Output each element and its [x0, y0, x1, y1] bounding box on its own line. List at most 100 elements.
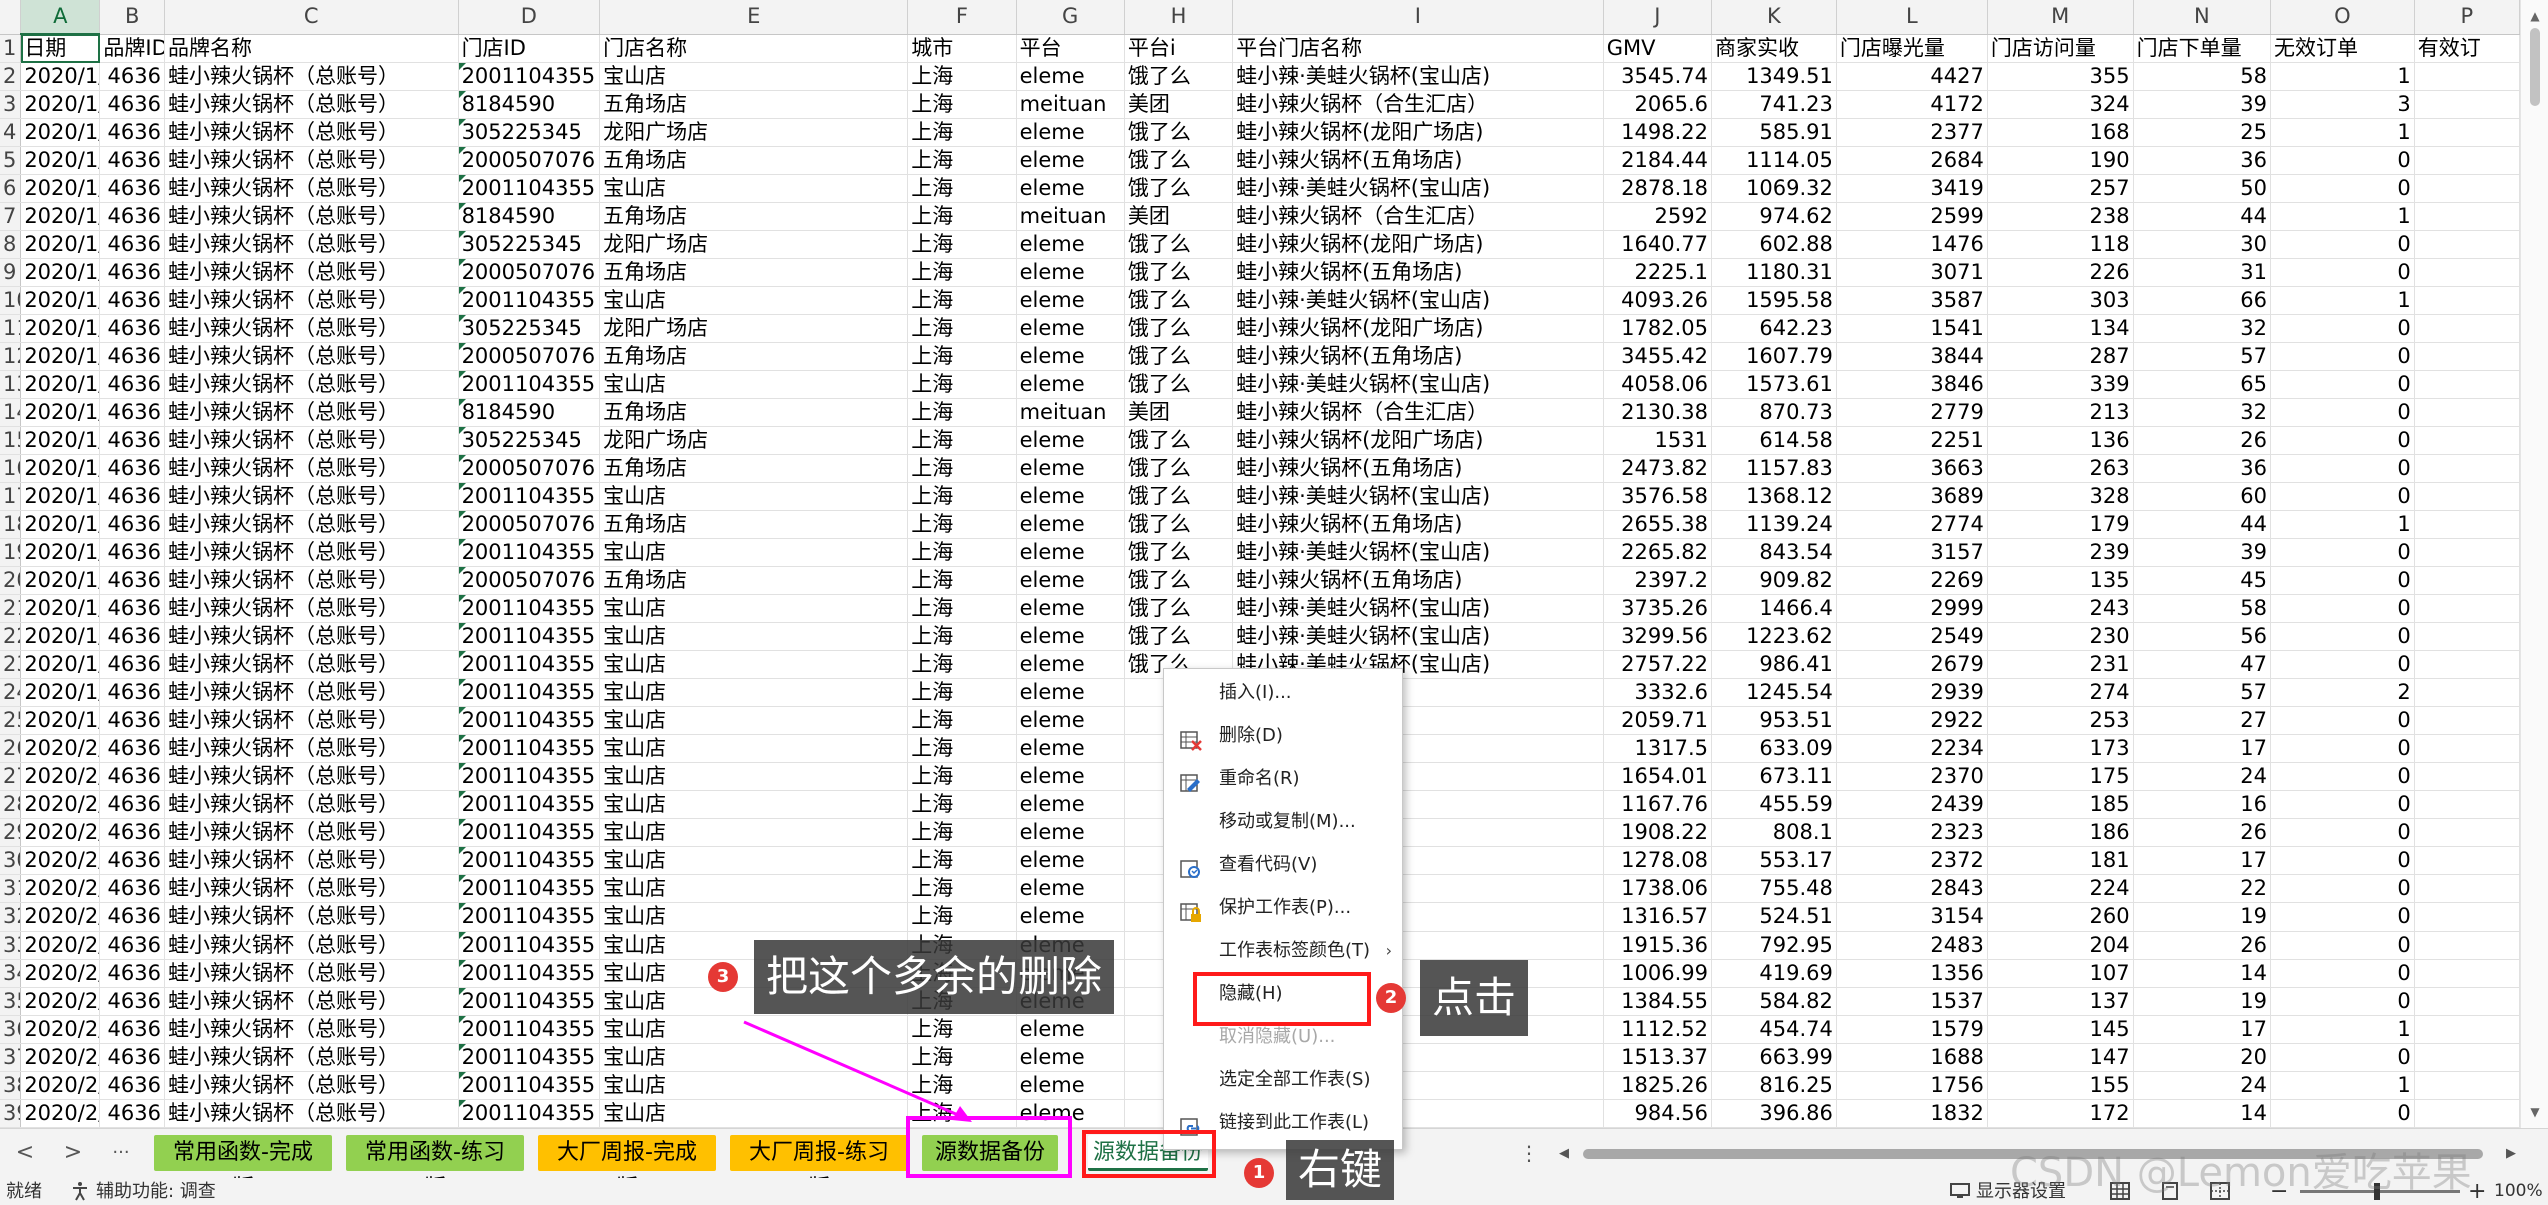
sheet-tab-weekly-report-done[interactable]: 大厂周报-完成版 — [538, 1135, 716, 1201]
table-cell[interactable]: 2020/1/4 — [20, 370, 101, 400]
row-number[interactable]: 26 — [0, 734, 22, 764]
table-cell[interactable]: 蛙小辣火锅杯（总账号） — [164, 959, 459, 988]
table-cell[interactable] — [2414, 398, 2521, 428]
menu-insert[interactable]: 插入(I)... — [1164, 673, 1402, 713]
prev-sheet-icon[interactable]: < — [10, 1137, 40, 1169]
row-number[interactable]: 9 — [0, 258, 22, 288]
table-cell[interactable]: 1 — [2270, 62, 2415, 92]
table-cell[interactable]: 2779 — [1836, 398, 1988, 428]
table-cell[interactable]: 4636 — [99, 426, 165, 456]
table-cell[interactable] — [2414, 482, 2521, 512]
table-cell[interactable]: 909.82 — [1711, 566, 1837, 596]
table-cell[interactable]: 蛙小辣·美蛙火锅杯(宝山店) — [1232, 622, 1604, 652]
table-cell[interactable]: 4636 — [99, 230, 165, 260]
table-cell[interactable]: 龙阳广场店 — [599, 314, 909, 344]
table-cell[interactable]: 上海 — [907, 426, 1017, 456]
table-cell[interactable]: 56 — [2133, 622, 2272, 652]
table-cell[interactable]: 4636 — [99, 874, 165, 904]
table-cell[interactable]: 2000507076 — [458, 342, 601, 372]
table-cell[interactable]: 上海 — [907, 174, 1017, 204]
table-cell[interactable]: 宝山店 — [599, 846, 909, 876]
table-cell[interactable]: 4636 — [99, 762, 165, 792]
table-cell[interactable]: 饿了么 — [1124, 230, 1234, 260]
table-cell[interactable]: 2020/1/3 — [20, 286, 101, 316]
table-cell[interactable]: 14 — [2133, 959, 2272, 988]
table-cell[interactable]: 2020/1/6 — [20, 538, 101, 568]
table-cell[interactable]: 2439 — [1836, 790, 1988, 820]
table-cell[interactable]: 238 — [1987, 202, 2134, 232]
table-cell[interactable]: 30 — [2133, 230, 2272, 260]
table-cell[interactable]: 2020/2/21 — [20, 1071, 101, 1100]
table-cell[interactable]: 2020/1/1 — [20, 118, 101, 148]
table-cell[interactable]: 186 — [1987, 818, 2134, 848]
table-cell[interactable]: 253 — [1987, 706, 2134, 736]
table-cell[interactable] — [2414, 846, 2521, 876]
table-cell[interactable]: 上海 — [907, 566, 1017, 596]
table-cell[interactable]: 107 — [1987, 959, 2134, 988]
row-number[interactable]: 22 — [0, 622, 22, 652]
table-cell[interactable]: eleme — [1016, 622, 1125, 652]
table-cell[interactable]: 8184590 — [458, 398, 601, 428]
table-cell[interactable]: 673.11 — [1711, 762, 1837, 792]
table-cell[interactable]: 饿了么 — [1124, 594, 1234, 624]
table-cell[interactable]: 2397.2 — [1603, 566, 1712, 596]
table-cell[interactable]: 4636 — [99, 146, 165, 176]
table-cell[interactable]: 4636 — [99, 174, 165, 204]
table-cell[interactable] — [2414, 1015, 2521, 1044]
table-cell[interactable]: 4636 — [99, 538, 165, 568]
row-number[interactable]: 25 — [0, 706, 22, 736]
table-cell[interactable]: 4636 — [99, 342, 165, 372]
table-cell[interactable]: 0 — [2270, 734, 2415, 764]
table-cell[interactable]: 57 — [2133, 678, 2272, 708]
table-cell[interactable]: 2001104355 — [458, 959, 601, 988]
table-cell[interactable]: 2020/1/2 — [20, 230, 101, 260]
table-cell[interactable]: 4636 — [99, 566, 165, 596]
table-cell[interactable]: 0 — [2270, 1099, 2415, 1129]
table-cell[interactable]: 宝山店 — [599, 818, 909, 848]
table-cell[interactable] — [2414, 538, 2521, 568]
table-cell[interactable]: 2020/1/3 — [20, 342, 101, 372]
table-cell[interactable]: 17 — [2133, 1015, 2272, 1044]
table-cell[interactable]: 龙阳广场店 — [599, 426, 909, 456]
table-cell[interactable]: 2001104355 — [458, 874, 601, 904]
table-cell[interactable]: 宝山店 — [599, 678, 909, 708]
table-cell[interactable]: 24 — [2133, 762, 2272, 792]
table-cell[interactable]: 1688 — [1836, 1043, 1988, 1072]
table-cell[interactable]: 饿了么 — [1124, 538, 1234, 568]
row-number[interactable]: 14 — [0, 398, 22, 428]
row-number[interactable]: 23 — [0, 650, 22, 680]
table-cell[interactable]: 上海 — [907, 1015, 1017, 1044]
field-header-cell[interactable]: 品牌名称 — [164, 34, 459, 64]
table-cell[interactable]: 2000507076 — [458, 146, 601, 176]
table-cell[interactable]: 2774 — [1836, 510, 1988, 540]
table-cell[interactable] — [2414, 959, 2521, 988]
sheet-tab-common-functions-done[interactable]: 常用函数-完成版 — [154, 1135, 332, 1201]
table-cell[interactable]: eleme — [1016, 538, 1125, 568]
table-cell[interactable]: 1738.06 — [1603, 874, 1712, 904]
table-cell[interactable] — [2414, 286, 2521, 316]
table-cell[interactable]: 57 — [2133, 342, 2272, 372]
table-cell[interactable]: 1756 — [1836, 1071, 1988, 1100]
table-cell[interactable]: 1 — [2270, 118, 2415, 148]
column-header-g[interactable]: G — [1016, 0, 1125, 35]
table-cell[interactable]: 上海 — [907, 342, 1017, 372]
table-cell[interactable]: 20 — [2133, 1043, 2272, 1072]
table-cell[interactable]: 2130.38 — [1603, 398, 1712, 428]
table-cell[interactable]: 4636 — [99, 1071, 165, 1100]
table-cell[interactable]: 136 — [1987, 426, 2134, 456]
table-cell[interactable]: 上海 — [907, 594, 1017, 624]
table-cell[interactable]: 2184.44 — [1603, 146, 1712, 176]
table-cell[interactable]: 蛙小辣火锅杯（总账号） — [164, 762, 459, 792]
table-cell[interactable]: 龙阳广场店 — [599, 230, 909, 260]
table-cell[interactable]: 上海 — [907, 902, 1017, 932]
table-cell[interactable]: 蛙小辣火锅杯（总账号） — [164, 510, 459, 540]
table-cell[interactable]: 66 — [2133, 286, 2272, 316]
table-cell[interactable]: 宝山店 — [599, 538, 909, 568]
table-cell[interactable] — [2414, 650, 2521, 680]
table-cell[interactable]: 2225.1 — [1603, 258, 1712, 288]
table-cell[interactable]: 870.73 — [1711, 398, 1837, 428]
table-cell[interactable]: 1541 — [1836, 314, 1988, 344]
table-cell[interactable]: 蛙小辣火锅杯（总账号） — [164, 118, 459, 148]
table-cell[interactable] — [2414, 818, 2521, 848]
table-cell[interactable]: 蛙小辣火锅杯（总账号） — [164, 874, 459, 904]
